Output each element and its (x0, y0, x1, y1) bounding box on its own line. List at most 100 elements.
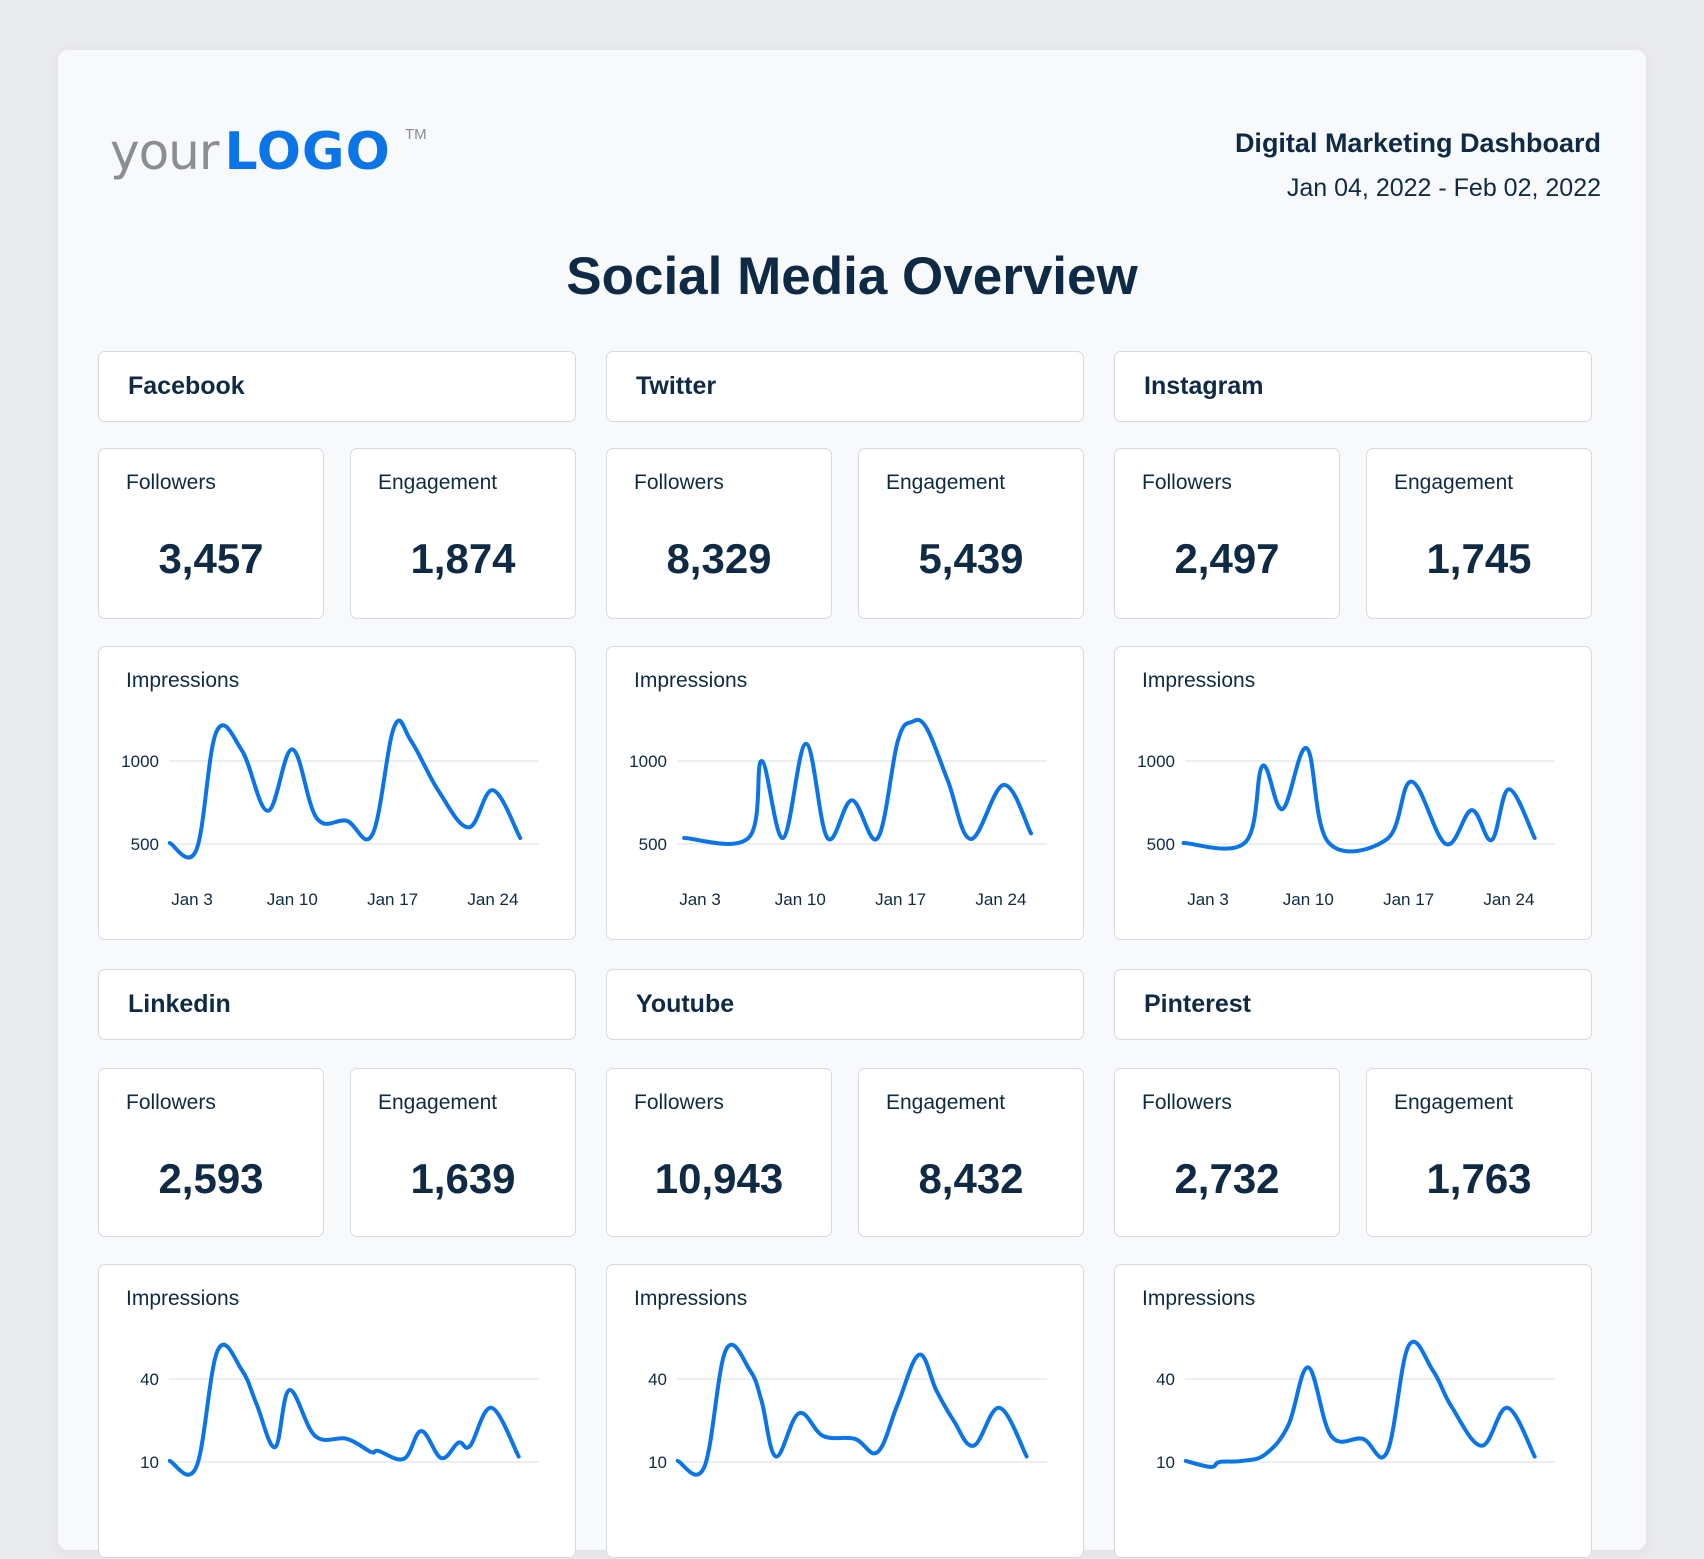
data-point[interactable] (517, 835, 523, 841)
data-point[interactable] (1242, 839, 1248, 845)
data-point[interactable] (1239, 1458, 1245, 1464)
data-point[interactable] (490, 787, 496, 793)
data-point[interactable] (1449, 1404, 1455, 1410)
data-point[interactable] (875, 1449, 881, 1455)
data-point[interactable] (997, 1405, 1003, 1411)
data-point[interactable] (368, 1449, 374, 1455)
data-point[interactable] (1384, 836, 1390, 842)
data-point[interactable] (1360, 1436, 1366, 1442)
followers-label: Followers (1142, 1091, 1232, 1114)
y-tick-label: 40 (1156, 1370, 1175, 1389)
data-point[interactable] (265, 808, 271, 814)
data-point[interactable] (401, 1456, 407, 1462)
data-point[interactable] (1406, 1343, 1412, 1349)
data-point[interactable] (701, 1464, 707, 1470)
data-point[interactable] (1304, 745, 1310, 751)
data-point[interactable] (1430, 1368, 1436, 1374)
data-point[interactable] (344, 1436, 350, 1442)
data-point[interactable] (254, 1401, 260, 1407)
y-tick-label: 40 (648, 1370, 667, 1389)
data-point[interactable] (314, 815, 320, 821)
data-point[interactable] (193, 1464, 199, 1470)
data-point[interactable] (289, 746, 295, 752)
data-point[interactable] (436, 788, 442, 794)
data-point[interactable] (945, 778, 951, 784)
data-point[interactable] (1489, 837, 1495, 843)
data-point[interactable] (1506, 786, 1512, 792)
data-point[interactable] (780, 835, 786, 841)
data-point[interactable] (438, 1455, 444, 1461)
data-point[interactable] (681, 835, 687, 841)
data-point[interactable] (1183, 1458, 1189, 1464)
data-point[interactable] (825, 835, 831, 841)
data-point[interactable] (375, 1448, 381, 1454)
data-point[interactable] (803, 741, 809, 747)
data-point[interactable] (675, 1458, 681, 1464)
data-point[interactable] (933, 1388, 939, 1394)
data-point[interactable] (820, 1433, 826, 1439)
data-point[interactable] (213, 729, 219, 735)
data-point[interactable] (167, 1458, 173, 1464)
data-point[interactable] (239, 748, 245, 754)
data-point[interactable] (516, 1454, 522, 1460)
data-point[interactable] (167, 840, 173, 846)
logo-trademark: TM (405, 126, 427, 143)
data-point[interactable] (466, 824, 472, 830)
data-point[interactable] (951, 1418, 957, 1424)
data-point[interactable] (286, 1387, 292, 1393)
data-point[interactable] (1384, 1449, 1390, 1455)
data-point[interactable] (1325, 839, 1331, 845)
data-point[interactable] (1262, 1451, 1268, 1457)
data-point[interactable] (1469, 807, 1475, 813)
data-point[interactable] (759, 1398, 765, 1404)
data-point[interactable] (747, 1368, 753, 1374)
data-point[interactable] (1328, 1433, 1334, 1439)
data-point[interactable] (456, 1440, 462, 1446)
data-point[interactable] (1001, 782, 1007, 788)
data-point[interactable] (1305, 1364, 1311, 1370)
data-point[interactable] (1024, 1454, 1030, 1460)
data-point[interactable] (1208, 1464, 1214, 1470)
date-range[interactable]: Jan 04, 2022 - Feb 02, 2022 (1287, 174, 1601, 203)
data-point[interactable] (1532, 835, 1538, 841)
data-point[interactable] (1260, 763, 1266, 769)
data-point[interactable] (909, 719, 915, 725)
data-point[interactable] (1280, 806, 1286, 812)
data-point[interactable] (1028, 830, 1034, 836)
data-point[interactable] (895, 1401, 901, 1407)
data-point[interactable] (418, 1428, 424, 1434)
data-point[interactable] (895, 738, 901, 744)
data-point[interactable] (849, 797, 855, 803)
data-point[interactable] (1443, 841, 1449, 847)
data-point[interactable] (1217, 1459, 1223, 1465)
data-point[interactable] (272, 1444, 278, 1450)
data-point[interactable] (489, 1405, 495, 1411)
data-point[interactable] (852, 1436, 858, 1442)
data-point[interactable] (723, 1347, 729, 1353)
data-point[interactable] (796, 1410, 802, 1416)
data-point[interactable] (746, 835, 752, 841)
data-point[interactable] (1409, 779, 1415, 785)
data-point[interactable] (344, 818, 350, 824)
data-point[interactable] (193, 847, 199, 853)
data-point[interactable] (467, 1443, 473, 1449)
data-point[interactable] (1505, 1405, 1511, 1411)
data-point[interactable] (875, 835, 881, 841)
data-point[interactable] (968, 836, 974, 842)
data-point[interactable] (239, 1368, 245, 1374)
data-point[interactable] (971, 1443, 977, 1449)
data-point[interactable] (773, 1454, 779, 1460)
data-point[interactable] (923, 725, 929, 731)
platform-header-youtube: Youtube (606, 969, 1084, 1040)
data-point[interactable] (312, 1433, 318, 1439)
data-point[interactable] (408, 738, 414, 744)
data-point[interactable] (1479, 1443, 1485, 1449)
data-point[interactable] (759, 758, 765, 764)
data-point[interactable] (1285, 1423, 1291, 1429)
data-point[interactable] (916, 1352, 922, 1358)
data-point[interactable] (391, 724, 397, 730)
data-point[interactable] (215, 1347, 221, 1353)
data-point[interactable] (1532, 1454, 1538, 1460)
data-point[interactable] (370, 831, 376, 837)
data-point[interactable] (1181, 840, 1187, 846)
